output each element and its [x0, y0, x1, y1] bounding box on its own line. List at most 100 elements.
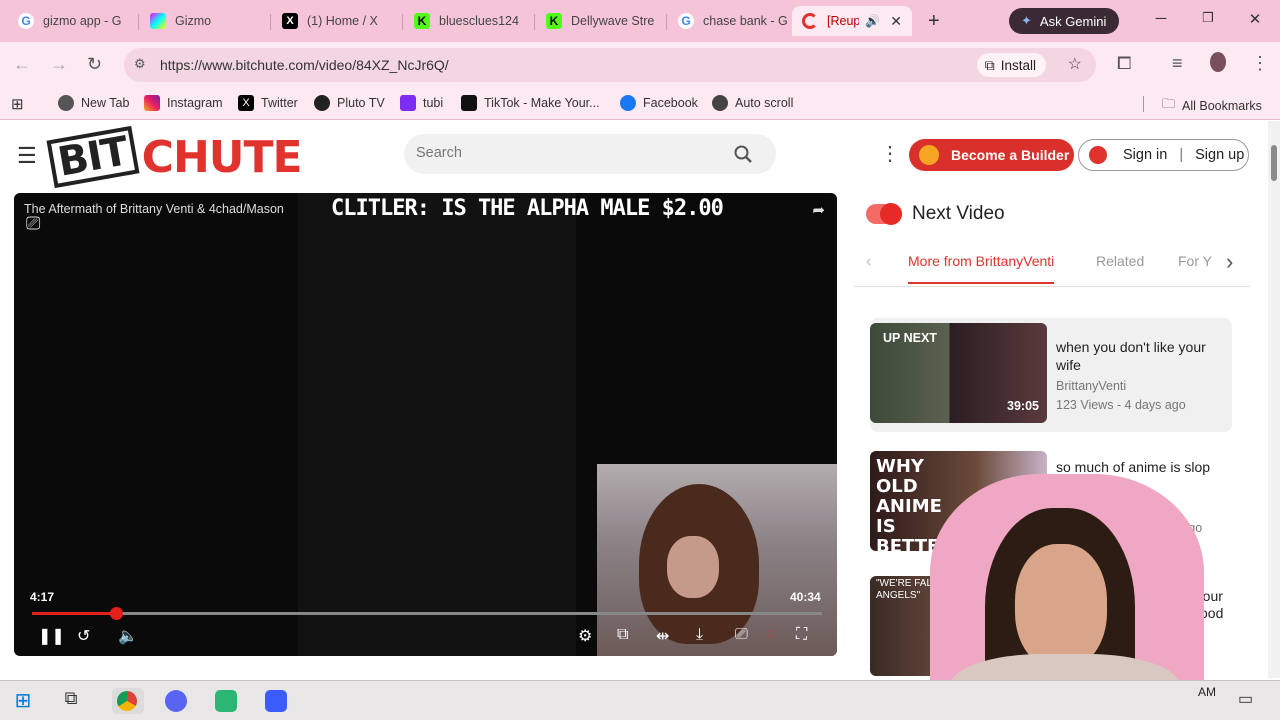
- reload-icon[interactable]: ↻: [87, 54, 102, 75]
- site-info-icon[interactable]: ⚙: [134, 56, 146, 72]
- address-bar[interactable]: ⚙ https://www.bitchute.com/video/84XZ_Nc…: [124, 48, 1096, 82]
- green-app-taskbar-icon[interactable]: [213, 688, 239, 714]
- bookmarks-bar: ⊞ New Tab Instagram X Twitter Pluto TV tu…: [0, 88, 1280, 120]
- more-options-icon[interactable]: ⋮: [880, 141, 900, 166]
- next-video-label: Next Video: [912, 203, 1005, 224]
- picture-in-picture-icon[interactable]: ⧉: [617, 626, 628, 644]
- bookmark-new-tab[interactable]: New Tab: [58, 95, 129, 111]
- tab-gizmo-search[interactable]: G gizmo app - G: [8, 6, 136, 36]
- taskbar-clock[interactable]: AM: [1198, 685, 1216, 699]
- profile-avatar[interactable]: [1210, 52, 1226, 72]
- gemini-label: Ask Gemini: [1039, 13, 1107, 29]
- scrollbar-thumb[interactable]: [1271, 145, 1277, 181]
- next-video-toggle[interactable]: [866, 203, 902, 225]
- progress-fill: [32, 612, 116, 615]
- bitchute-logo-icon[interactable]: ◌: [767, 626, 777, 644]
- tab-label: (1) Home / X: [307, 14, 378, 28]
- ask-gemini-button[interactable]: ✦ Ask Gemini: [1009, 8, 1119, 34]
- forward-icon[interactable]: →: [50, 54, 68, 75]
- tab-label: Dellywave Stre: [571, 14, 655, 28]
- chevron-left-icon[interactable]: ‹: [866, 253, 871, 271]
- bookmark-label: tubi: [423, 96, 444, 110]
- bookmark-facebook[interactable]: Facebook: [620, 95, 698, 111]
- sign-up-link[interactable]: Sign up: [1195, 147, 1244, 163]
- become-builder-button[interactable]: Become a Builder: [909, 139, 1074, 171]
- tab-strip: G gizmo app - G Gizmo X (1) Home / X K b…: [0, 0, 1280, 42]
- video-card-title[interactable]: when you don't like your wife: [1056, 338, 1226, 374]
- download-icon[interactable]: ⤓: [696, 626, 703, 644]
- bookmark-label: Facebook: [643, 96, 698, 110]
- all-bookmarks-button[interactable]: 🗀 All Bookmarks: [1162, 95, 1262, 117]
- video-duration: 39:05: [1007, 399, 1039, 413]
- bitchute-favicon: [802, 13, 818, 29]
- speaker-icon[interactable]: 🔊: [865, 14, 880, 28]
- close-tab-icon[interactable]: ✕: [890, 13, 902, 30]
- tab-for-you[interactable]: For Y: [1178, 253, 1212, 269]
- bookmark-star-icon[interactable]: ☆: [1068, 54, 1082, 74]
- notifications-icon[interactable]: ▭: [1238, 689, 1253, 709]
- video-card[interactable]: UP NEXT 39:05 when you don't like your w…: [870, 318, 1232, 432]
- chrome-taskbar-icon[interactable]: [112, 688, 144, 714]
- media-controls-icon[interactable]: ≡: [1172, 53, 1183, 74]
- cast-video-icon[interactable]: ⎚: [735, 626, 748, 644]
- search-input[interactable]: Search: [404, 134, 776, 174]
- theater-mode-icon[interactable]: ⇹: [656, 626, 669, 646]
- hamburger-menu-icon[interactable]: ☰: [17, 143, 37, 169]
- pluto-tv-icon: [314, 95, 330, 111]
- bookmark-label: Pluto TV: [337, 96, 385, 110]
- tab-related[interactable]: Related: [1096, 253, 1144, 269]
- blue-app-taskbar-icon[interactable]: [263, 688, 289, 714]
- new-tab-button[interactable]: +: [918, 6, 948, 36]
- bookmark-auto-scroll[interactable]: Auto scroll: [712, 95, 793, 111]
- page-scrollbar[interactable]: [1268, 121, 1280, 678]
- google-icon: G: [678, 13, 694, 29]
- google-icon: G: [18, 13, 34, 29]
- rewind-10-icon[interactable]: ↺: [77, 626, 90, 646]
- progress-knob[interactable]: [109, 607, 123, 620]
- tab-more-from-channel[interactable]: More from BrittanyVenti: [908, 253, 1055, 284]
- progress-bar[interactable]: [32, 607, 822, 620]
- tab-chase-bank[interactable]: G chase bank - G: [668, 6, 790, 36]
- sign-in-link[interactable]: Sign in: [1123, 147, 1167, 163]
- bitchute-logo[interactable]: BIT CHUTE: [46, 125, 303, 189]
- install-button[interactable]: ⧉ Install: [976, 53, 1046, 77]
- extensions-icon[interactable]: ⧠: [1117, 53, 1131, 74]
- bookmark-tiktok[interactable]: TikTok - Make Your...: [461, 95, 600, 111]
- menu-kebab-icon[interactable]: ⋮: [1251, 53, 1269, 74]
- task-view-icon[interactable]: ⧉: [58, 688, 84, 714]
- search-icon[interactable]: [734, 145, 752, 163]
- kick-icon: K: [546, 13, 562, 29]
- apps-grid-icon[interactable]: ⊞: [11, 95, 24, 113]
- chevron-right-icon[interactable]: ›: [1226, 249, 1233, 275]
- url-text[interactable]: https://www.bitchute.com/video/84XZ_NcJr…: [160, 57, 449, 73]
- share-icon[interactable]: ➦: [812, 201, 825, 219]
- tab-bluesclues[interactable]: K bluesclues124: [404, 6, 532, 36]
- close-window-icon[interactable]: ✕: [1245, 10, 1265, 30]
- tab-dellywave[interactable]: K Dellywave Stre: [536, 6, 664, 36]
- volume-icon[interactable]: 🔈: [118, 626, 138, 646]
- bookmark-pluto-tv[interactable]: Pluto TV: [314, 95, 385, 111]
- cast-icon[interactable]: ⎚: [26, 213, 40, 234]
- bookmark-tubi[interactable]: tubi: [400, 95, 443, 111]
- video-thumbnail[interactable]: UP NEXT 39:05: [870, 323, 1047, 423]
- fullscreen-icon[interactable]: ⛶: [796, 626, 807, 644]
- bookmark-twitter[interactable]: X Twitter: [238, 95, 298, 111]
- minimize-icon[interactable]: ─: [1151, 10, 1171, 30]
- discord-taskbar-icon[interactable]: [163, 688, 189, 714]
- bookmark-instagram[interactable]: Instagram: [144, 95, 223, 111]
- video-card-channel[interactable]: BrittanyVenti: [1056, 379, 1126, 393]
- video-player[interactable]: The Aftermath of Brittany Venti & 4chad/…: [14, 193, 837, 656]
- settings-gear-icon[interactable]: ⚙: [578, 626, 592, 646]
- builder-label: Become a Builder: [951, 147, 1070, 163]
- bookmark-label: TikTok - Make Your...: [484, 96, 600, 110]
- tab-x-home[interactable]: X (1) Home / X: [272, 6, 400, 36]
- tab-bitchute-active[interactable]: [Reupl 🔊 ✕: [792, 6, 912, 36]
- bookmark-label: New Tab: [81, 96, 130, 110]
- pause-icon[interactable]: ❚❚: [38, 626, 65, 646]
- duration-time: 40:34: [790, 590, 821, 604]
- restore-icon[interactable]: ❐: [1198, 10, 1218, 30]
- back-icon[interactable]: ←: [13, 54, 31, 75]
- windows-start-icon[interactable]: ⊞: [10, 688, 36, 714]
- tab-gizmo[interactable]: Gizmo: [140, 6, 268, 36]
- facebook-icon: [620, 95, 636, 111]
